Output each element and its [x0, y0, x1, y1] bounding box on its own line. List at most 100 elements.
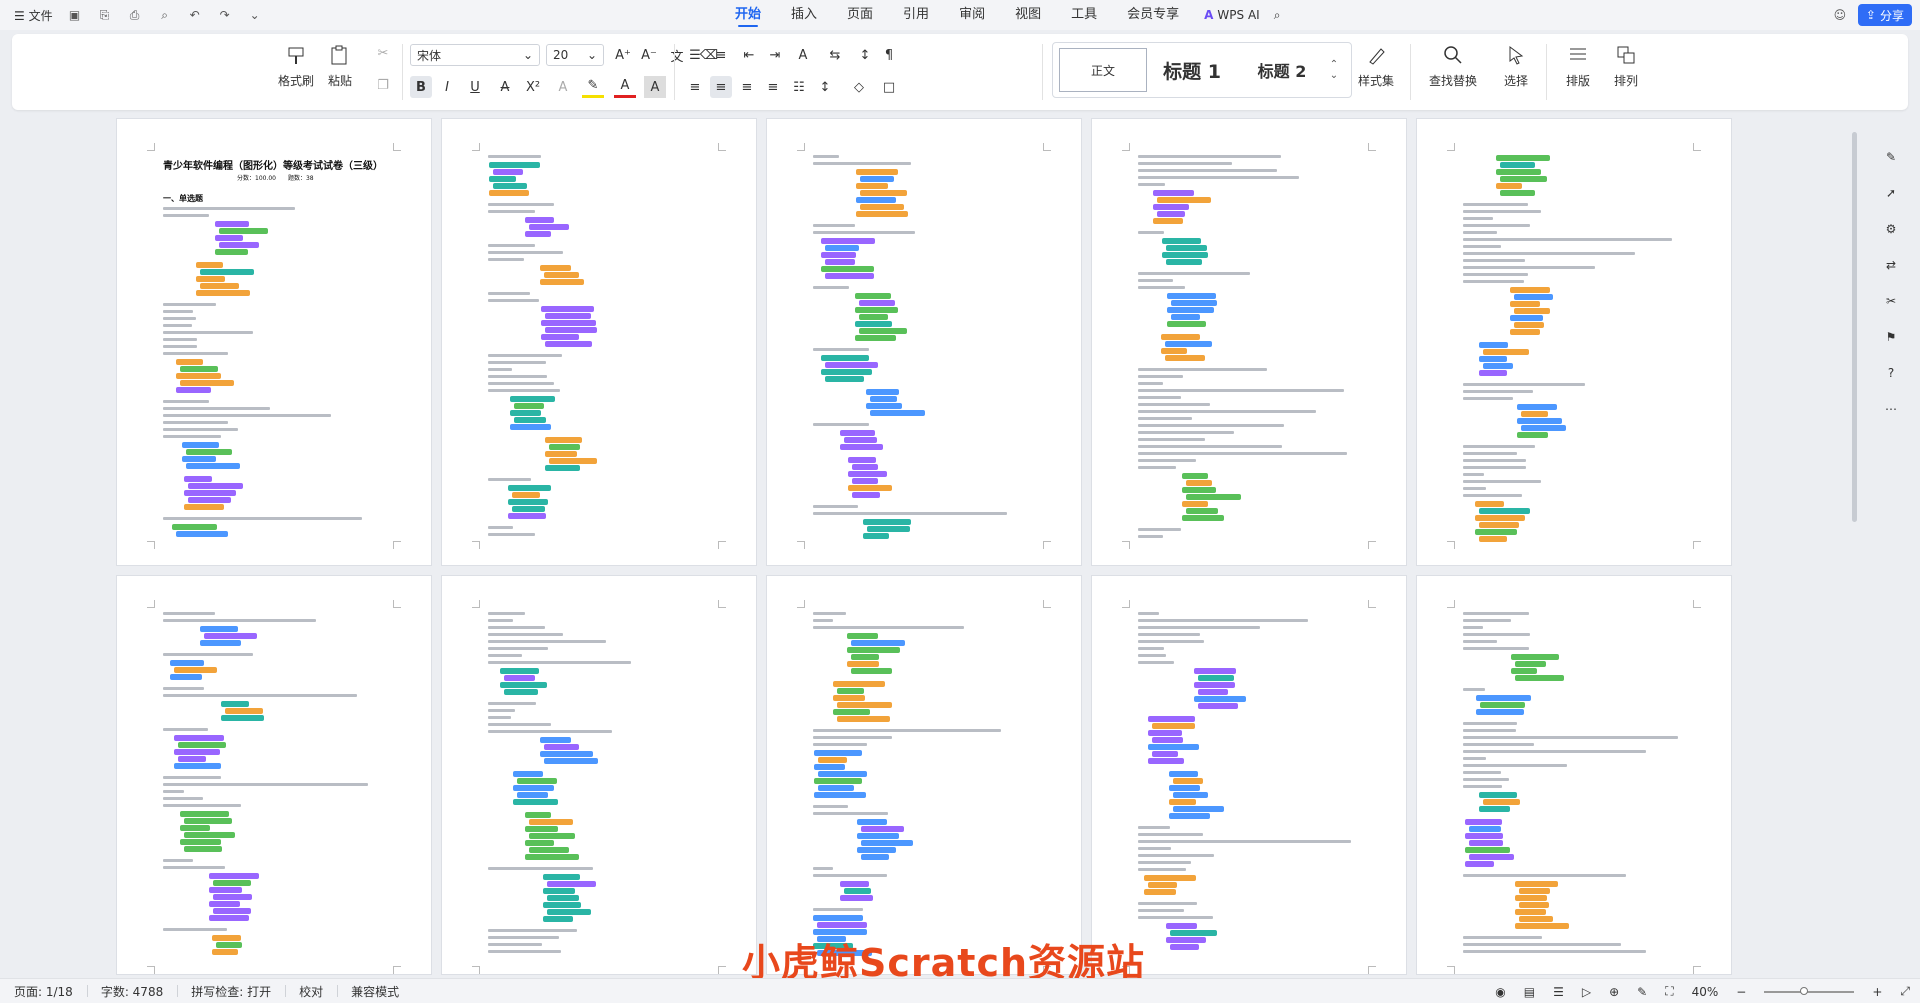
text-direction-icon[interactable]: ⇆ [824, 44, 846, 66]
pointer-icon[interactable]: ➚ [1886, 186, 1896, 200]
increase-indent-icon[interactable]: ⇥ [764, 44, 786, 66]
vertical-scrollbar[interactable] [1850, 118, 1858, 978]
tab-view[interactable]: 视图 [1000, 0, 1056, 30]
search-icon[interactable]: ⌕ [1274, 8, 1281, 23]
layout-button[interactable]: 排版 [1558, 44, 1598, 89]
help-icon[interactable]: ? [1888, 366, 1894, 380]
bullet-list-icon[interactable]: ☰ [684, 44, 706, 66]
tab-start[interactable]: 开始 [720, 0, 776, 30]
document-page[interactable] [1091, 118, 1407, 566]
document-page[interactable] [766, 118, 1082, 566]
play-icon[interactable]: ▷ [1582, 985, 1591, 999]
zoom-level[interactable]: 40% [1692, 985, 1719, 999]
outline-icon[interactable]: ☰ [1553, 985, 1564, 999]
translate-icon[interactable]: ⇄ [1886, 258, 1896, 272]
zoom-in-icon[interactable]: + [1872, 985, 1882, 999]
align-left-icon[interactable]: ≡ [684, 76, 706, 98]
more-icon[interactable]: ⋯ [1885, 402, 1897, 416]
document-page[interactable] [441, 575, 757, 975]
print-icon[interactable]: ⎙ [127, 7, 143, 23]
proofread[interactable]: 校对 [285, 983, 337, 1000]
more-chevron-icon[interactable]: ⌄ [247, 7, 263, 23]
tools-icon[interactable]: ✂ [1886, 294, 1896, 308]
cut-icon[interactable]: ✂ [372, 42, 394, 64]
tab-references[interactable]: 引用 [888, 0, 944, 30]
copy-icon[interactable]: ❐ [372, 74, 394, 96]
zoom-slider[interactable] [1764, 986, 1855, 995]
shading-icon[interactable]: ◇ [848, 76, 870, 98]
arrange-button[interactable]: 排列 [1606, 44, 1646, 89]
line-spacing-icon[interactable]: ↕ [814, 76, 836, 98]
strikethrough-icon[interactable]: A [494, 76, 516, 98]
document-page[interactable] [116, 575, 432, 975]
show-marks-icon[interactable]: ¶ [878, 44, 900, 66]
style-gallery-scroll-icon[interactable]: ⌃ ⌄ [1327, 59, 1341, 81]
eye-protect-icon[interactable]: ◉ [1495, 985, 1505, 999]
tab-membership[interactable]: 会员专享 [1112, 0, 1194, 30]
font-color-icon[interactable]: A [614, 76, 636, 98]
adjust-icon[interactable]: ⚙ [1886, 222, 1897, 236]
bold-icon[interactable]: B [410, 76, 432, 98]
text-effect-icon[interactable]: A [552, 76, 574, 98]
zoom-slider-knob[interactable] [1800, 986, 1809, 995]
save-icon[interactable]: ▣ [67, 7, 83, 23]
styles-set-button[interactable]: 样式集 [1352, 44, 1400, 89]
document-canvas[interactable]: 青少年软件编程（图形化）等级考试试卷（三级） 分数：100.00 题数：38 一、单… [0, 116, 1920, 978]
find-replace-button[interactable]: 查找替换 [1420, 44, 1486, 89]
document-page[interactable] [441, 118, 757, 566]
print-preview-icon[interactable]: ⌕ [157, 7, 173, 23]
italic-icon[interactable]: I [436, 76, 458, 98]
tab-insert[interactable]: 插入 [776, 0, 832, 30]
align-center-icon[interactable]: ≡ [710, 76, 732, 98]
numbered-list-icon[interactable]: ≡ [710, 44, 732, 66]
align-right-icon[interactable]: ≡ [736, 76, 758, 98]
document-page[interactable] [1416, 118, 1732, 566]
page-view-icon[interactable]: ▤ [1524, 985, 1535, 999]
tab-tools[interactable]: 工具 [1056, 0, 1112, 30]
chinese-layout-icon[interactable]: A [792, 44, 814, 66]
shrink-font-icon[interactable]: A⁻ [638, 44, 660, 66]
sort-icon[interactable]: ↕ [854, 44, 876, 66]
justify-icon[interactable]: ≡ [762, 76, 784, 98]
decrease-indent-icon[interactable]: ⇤ [738, 44, 760, 66]
font-size-select[interactable]: 20 ⌄ [546, 44, 604, 66]
tab-review[interactable]: 审阅 [944, 0, 1000, 30]
page-indicator[interactable]: 页面: 1/18 [0, 983, 87, 1000]
fullscreen-icon[interactable]: ⤢ [1900, 984, 1910, 999]
document-page[interactable] [1416, 575, 1732, 975]
export-pdf-icon[interactable]: ⎘ [97, 7, 113, 23]
share-button[interactable]: ⇪ 分享 [1857, 4, 1912, 26]
zoom-out-icon[interactable]: − [1736, 985, 1746, 999]
document-page[interactable]: 青少年软件编程（图形化）等级考试试卷（三级） 分数：100.00 题数：38 一、单… [116, 118, 432, 566]
redo-icon[interactable]: ↷ [217, 7, 233, 23]
grow-font-icon[interactable]: A⁺ [612, 44, 634, 66]
select-button[interactable]: 选择 [1494, 44, 1538, 89]
document-page[interactable] [766, 575, 1082, 975]
undo-icon[interactable]: ↶ [187, 7, 203, 23]
file-menu[interactable]: ☰ 文件 [14, 7, 53, 24]
style-heading-2[interactable]: 标题 2 [1237, 48, 1327, 92]
share-doc-icon[interactable]: ⚑ [1886, 330, 1897, 344]
pen-icon[interactable]: ✎ [1637, 985, 1647, 999]
distributed-icon[interactable]: ☷ [788, 76, 810, 98]
edit-icon[interactable]: ✎ [1886, 150, 1896, 164]
chat-icon[interactable]: ☺ [1832, 7, 1848, 23]
format-painter-button[interactable]: 格式刷 [276, 44, 316, 89]
char-shading-icon[interactable]: A [644, 76, 666, 98]
fit-page-icon[interactable]: ⛶ [1665, 984, 1673, 999]
spell-check[interactable]: 拼写检查: 打开 [177, 983, 285, 1000]
document-page[interactable] [1091, 575, 1407, 975]
style-normal[interactable]: 正文 [1059, 48, 1147, 92]
highlight-icon[interactable]: ✎ [582, 76, 604, 98]
font-name-select[interactable]: 宋体 ⌄ [410, 44, 540, 66]
wps-ai-button[interactable]: A WPS AI ⌕ [1204, 8, 1280, 23]
web-view-icon[interactable]: ⊕ [1609, 985, 1619, 999]
border-icon[interactable]: □ [878, 76, 900, 98]
style-heading-1[interactable]: 标题 1 [1147, 48, 1237, 92]
paste-button[interactable]: 粘贴 [320, 44, 360, 89]
underline-icon[interactable]: U [464, 76, 486, 98]
scrollbar-thumb[interactable] [1852, 132, 1857, 522]
superscript-icon[interactable]: X² [522, 76, 544, 98]
tab-page[interactable]: 页面 [832, 0, 888, 30]
word-count[interactable]: 字数: 4788 [86, 983, 177, 1000]
